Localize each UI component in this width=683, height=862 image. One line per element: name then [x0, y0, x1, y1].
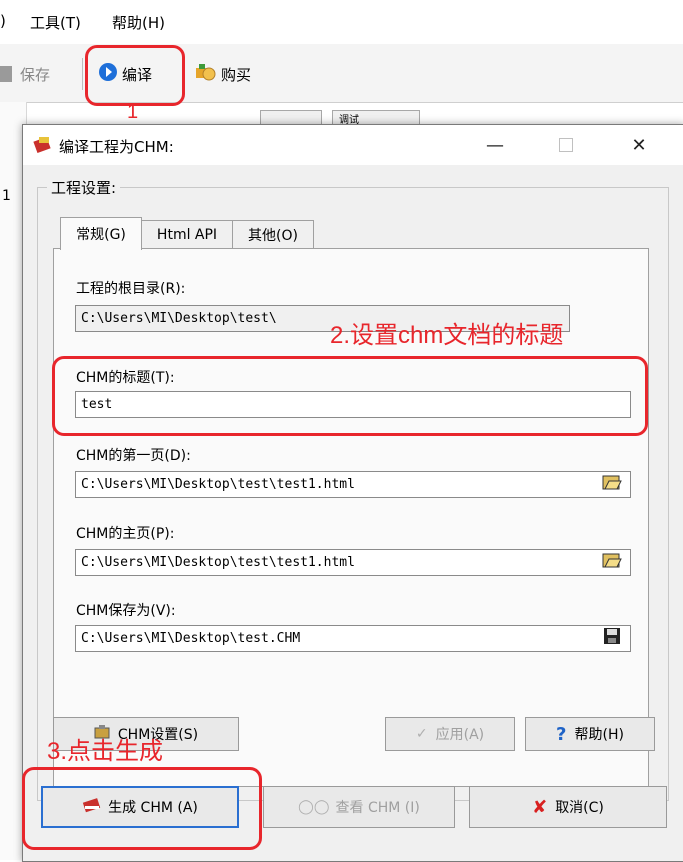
tab-other[interactable]: 其他(O): [232, 220, 314, 249]
check-icon: ✓: [415, 726, 428, 742]
buy-button[interactable]: 购买: [195, 62, 251, 86]
menu-bar: ) 工具(T) 帮助(H): [0, 0, 683, 45]
background-fragment: 1: [2, 188, 11, 204]
annotation-title-highlight: [52, 356, 648, 436]
annotation-step1: 1: [127, 101, 139, 123]
minimize-button[interactable]: —: [475, 131, 515, 159]
help-icon: ?: [556, 723, 567, 745]
save-as-field[interactable]: C:\Users\MI\Desktop\test.CHM: [75, 625, 631, 652]
buy-icon: [195, 62, 217, 86]
tab-html-api[interactable]: Html API: [140, 220, 234, 249]
menu-item-help[interactable]: 帮助(H): [112, 12, 165, 33]
cancel-label: 取消(C): [555, 800, 604, 816]
first-page-field[interactable]: C:\Users\MI\Desktop\test\test1.html: [75, 471, 631, 498]
annotation-step3: 3.点击生成: [47, 738, 164, 765]
dialog-titlebar: 编译工程为CHM: — ✕: [23, 125, 683, 165]
view-chm-button[interactable]: ◯◯ 查看 CHM (I): [263, 786, 455, 828]
folder-open-icon: [602, 473, 622, 495]
app-icon: [33, 135, 55, 159]
annotation-step2: 2.设置chm文档的标题: [330, 322, 564, 349]
minimize-icon: —: [486, 134, 504, 156]
tab-general[interactable]: 常规(G): [60, 217, 142, 250]
home-page-field[interactable]: C:\Users\MI\Desktop\test\test1.html: [75, 549, 631, 576]
annotation-generate-highlight: [22, 767, 262, 850]
save-icon: [0, 66, 12, 82]
toolbar-separator: [82, 58, 83, 90]
save-label: 保存: [20, 65, 51, 84]
root-dir-label: 工程的根目录(R):: [76, 281, 186, 297]
help-button[interactable]: ? 帮助(H): [525, 717, 655, 751]
save-as-label: CHM保存为(V):: [76, 603, 176, 619]
first-page-label: CHM的第一页(D):: [76, 448, 191, 464]
maximize-icon: [559, 138, 573, 152]
close-icon: ✕: [631, 134, 647, 156]
apply-button[interactable]: ✓ 应用(A): [385, 717, 515, 751]
browse-save-button[interactable]: [599, 627, 625, 649]
folder-open-icon: [602, 551, 622, 573]
browse-first-page-button[interactable]: [599, 473, 625, 495]
save-button[interactable]: 保存: [0, 62, 50, 86]
cancel-x-icon: ✘: [532, 796, 548, 818]
maximize-button[interactable]: [546, 131, 586, 159]
annotation-compile-highlight: [85, 45, 185, 106]
help-label: 帮助(H): [574, 727, 624, 743]
project-settings-label: 工程设置:: [47, 177, 121, 198]
browse-home-page-button[interactable]: [599, 551, 625, 573]
menu-item-partial[interactable]: ): [0, 12, 6, 30]
dialog-title: 编译工程为CHM:: [59, 138, 174, 156]
view-chm-label: 查看 CHM (I): [335, 800, 420, 816]
floppy-icon: [603, 627, 621, 649]
close-button[interactable]: ✕: [619, 131, 659, 159]
buy-label: 购买: [221, 65, 252, 84]
home-page-label: CHM的主页(P):: [76, 526, 175, 542]
apply-label: 应用(A): [435, 727, 485, 743]
view-icon: ◯◯: [298, 799, 330, 815]
menu-item-tools[interactable]: 工具(T): [30, 12, 81, 33]
cancel-button[interactable]: ✘ 取消(C): [469, 786, 667, 828]
